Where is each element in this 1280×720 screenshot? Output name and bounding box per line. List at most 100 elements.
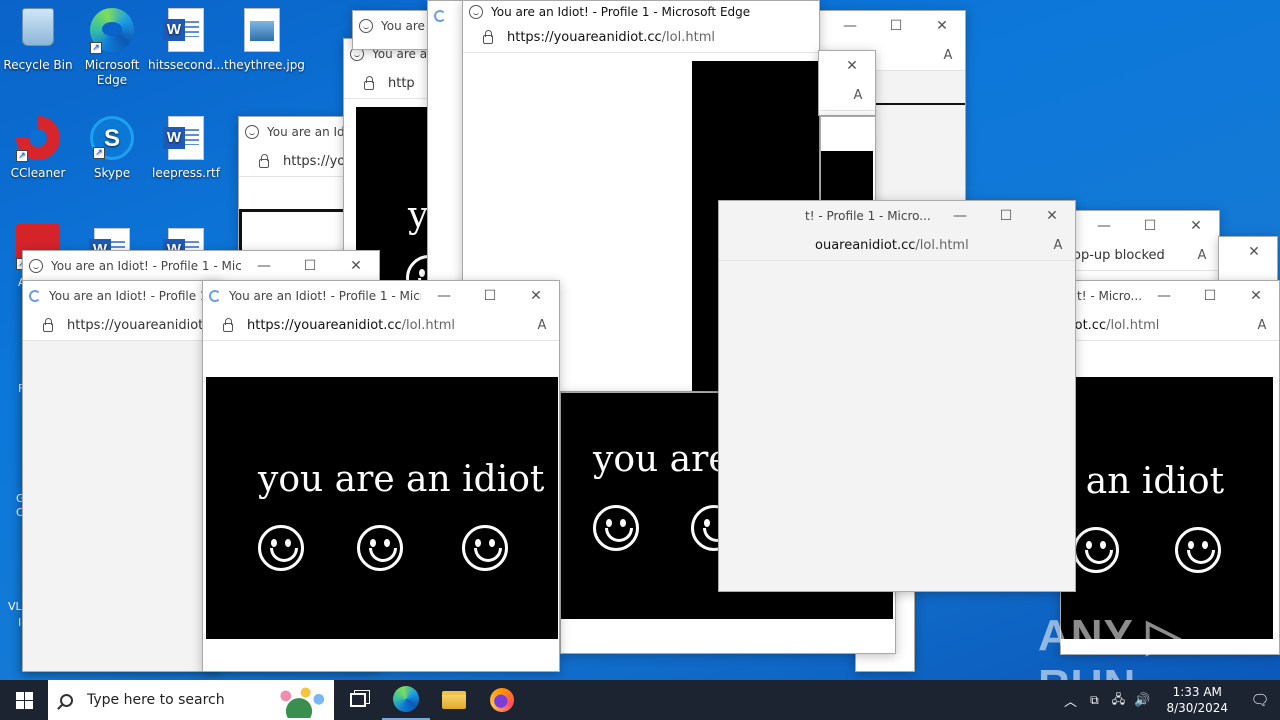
maximize-icon[interactable]: ☐	[1187, 288, 1233, 304]
address-bar[interactable]: https://youareanidiot.	[67, 318, 221, 333]
folder-icon	[442, 691, 466, 709]
read-aloud-icon[interactable]: A	[1185, 248, 1219, 263]
close-icon[interactable]: ✕	[1233, 288, 1279, 304]
window-title: You are an Idiot! - Profile 1 - Micro...	[51, 259, 241, 273]
task-view-icon	[350, 693, 366, 707]
browser-window[interactable]: t! - Profile 1 - Micro... — ☐ ✕ ouareani…	[718, 200, 1076, 592]
ccleaner-icon: ↗	[16, 116, 60, 162]
loading-icon	[434, 10, 446, 22]
browser-window[interactable]: You are an Idiot https://yo	[238, 116, 358, 266]
taskbar-edge-button[interactable]	[382, 680, 430, 720]
page-content: you are an idiot	[206, 377, 558, 639]
smiley-face-icon	[1073, 527, 1119, 573]
taskbar-explorer-button[interactable]	[430, 680, 478, 720]
address-bar[interactable]: https://youareanidiot.cc/lol.html	[507, 30, 819, 45]
desktop-icon-label: leepress.rtf	[152, 166, 220, 180]
smiley-face-icon	[1175, 527, 1221, 573]
smiley-favicon-icon	[359, 19, 373, 33]
windows-logo-icon	[15, 691, 33, 709]
browser-window[interactable]: t! - Micro... — ☐ ✕ iot.cc/lol.html A e a…	[1060, 280, 1280, 655]
desktop-icon-hitssecond[interactable]: hitssecond...	[148, 8, 224, 73]
close-icon[interactable]: ✕	[1231, 244, 1277, 260]
smiley-favicon-icon	[469, 5, 483, 19]
maximize-icon[interactable]: ☐	[983, 208, 1029, 224]
lock-icon	[43, 318, 53, 332]
close-icon[interactable]: ✕	[1029, 208, 1075, 224]
desktop-icon-label: CCleaner	[10, 166, 66, 180]
read-aloud-icon[interactable]: A	[1041, 238, 1075, 253]
lock-icon	[223, 318, 233, 332]
search-box[interactable]: Type here to search	[48, 680, 334, 720]
recycle-bin-icon	[22, 8, 54, 46]
desktop-icon-label: Microsoft Edge	[84, 58, 140, 87]
taskbar-firefox-button[interactable]	[478, 680, 526, 720]
idiot-text: you are an idiot	[258, 459, 545, 500]
address-bar[interactable]: ouareanidiot.cc/lol.html	[719, 238, 1041, 253]
window-title: You are an Idiot! - Profile 1 - Micro...	[229, 289, 421, 303]
window-title: t! - Micro...	[1077, 289, 1141, 303]
chevron-up-icon[interactable]: ︿	[1058, 691, 1082, 710]
minimize-icon[interactable]: —	[827, 18, 873, 34]
read-aloud-icon[interactable]: A	[525, 318, 559, 333]
task-view-button[interactable]	[334, 680, 382, 720]
read-aloud-icon[interactable]: A	[1245, 318, 1279, 333]
search-icon	[60, 693, 73, 707]
notifications-icon[interactable]: 🗨	[1240, 691, 1280, 709]
firefox-icon	[490, 688, 514, 712]
address-bar[interactable]: https://youareanidiot.cc/lol.html	[247, 318, 525, 333]
browser-window[interactable]: You are an Idiot! - Profile 1 - Micro...…	[202, 280, 560, 672]
page-content: e an idiot	[1061, 377, 1273, 639]
loading-icon	[209, 290, 221, 302]
desktop-icon-skype[interactable]: ↗ Skype	[74, 116, 150, 181]
desktop-icon-edge[interactable]: ↗ Microsoft Edge	[74, 8, 150, 88]
lock-icon	[364, 76, 374, 90]
clock-date: 8/30/2024	[1166, 701, 1228, 715]
desktop-icon-label: Skype	[93, 166, 131, 180]
word-document-icon	[163, 116, 204, 160]
device-icon[interactable]: ⧉	[1082, 693, 1106, 708]
close-icon[interactable]: ✕	[919, 18, 965, 34]
start-button[interactable]	[0, 680, 48, 720]
network-icon[interactable]: 🖧	[1106, 690, 1130, 711]
maximize-icon[interactable]: ☐	[467, 288, 513, 304]
desktop-icon-leepress[interactable]: leepress.rtf	[148, 116, 224, 181]
system-tray: ︿ ⧉ 🖧 🔊 1:33 AM 8/30/2024 🗨	[1058, 680, 1280, 720]
loading-icon	[29, 290, 41, 302]
read-aloud-icon[interactable]: A	[931, 48, 965, 63]
desktop-icon-ccleaner[interactable]: ↗ CCleaner	[0, 116, 76, 181]
read-aloud-icon[interactable]: A	[841, 88, 875, 103]
close-icon[interactable]: ✕	[829, 58, 875, 74]
minimize-icon[interactable]: —	[1141, 288, 1187, 304]
clock-time: 1:33 AM	[1172, 685, 1222, 699]
maximize-icon[interactable]: ☐	[287, 258, 333, 274]
browser-window[interactable]: You are an Idiot! - Profile 1 - M https:…	[22, 280, 222, 672]
address-bar[interactable]: iot.cc/lol.html	[1061, 318, 1245, 333]
close-icon[interactable]: ✕	[513, 288, 559, 304]
desktop-partial-label: VL	[8, 600, 22, 613]
minimize-icon[interactable]: —	[421, 288, 467, 304]
desktop-icon-theythree[interactable]: theythree.jpg	[224, 8, 305, 73]
close-icon[interactable]: ✕	[333, 258, 379, 274]
browser-window[interactable]: ✕ A	[818, 50, 876, 116]
word-document-icon	[163, 8, 204, 52]
volume-icon[interactable]: 🔊	[1130, 693, 1154, 708]
minimize-icon[interactable]: —	[241, 258, 287, 274]
smiley-face-icon	[258, 525, 304, 571]
window-title: You are an Idiot! - Profile 1 - M	[49, 289, 221, 303]
smiley-face-icon	[357, 525, 403, 571]
close-icon[interactable]: ✕	[1173, 218, 1219, 234]
lock-icon	[483, 30, 493, 44]
popup-blocked-label: op-up blocked	[1073, 248, 1165, 263]
desktop-icon-recycle-bin[interactable]: Recycle Bin	[0, 8, 76, 73]
desktop-icon-label: theythree.jpg	[224, 58, 305, 72]
window-title: You are an Idiot! - Profile 1 - Microsof…	[491, 5, 751, 19]
clock[interactable]: 1:33 AM 8/30/2024	[1154, 684, 1240, 716]
minimize-icon[interactable]: —	[1081, 218, 1127, 234]
maximize-icon[interactable]: ☐	[873, 18, 919, 34]
maximize-icon[interactable]: ☐	[1127, 218, 1173, 234]
minimize-icon[interactable]: —	[937, 208, 983, 224]
idiot-text: e an idiot	[1060, 461, 1225, 502]
search-placeholder: Type here to search	[87, 692, 225, 708]
edge-icon	[393, 686, 419, 712]
desktop-icon-label: Recycle Bin	[3, 58, 73, 72]
